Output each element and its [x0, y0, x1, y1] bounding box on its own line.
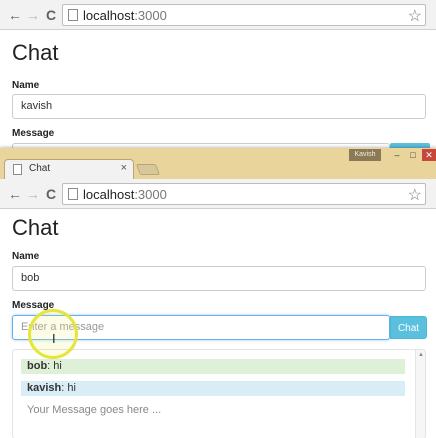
scroll-up-icon[interactable]: ▲ [418, 352, 424, 358]
new-tab-button[interactable] [135, 164, 161, 175]
page-icon [68, 188, 78, 200]
tab-close-icon[interactable]: × [121, 162, 127, 174]
back-icon[interactable]: ← [7, 7, 23, 23]
page-icon [13, 164, 22, 175]
url-text: localhost:3000 [83, 8, 167, 23]
list-item: bob: hi [21, 359, 405, 374]
reload-icon[interactable]: C [43, 7, 59, 23]
window-titlebar: Chat × Kavish – □ ✕ [0, 148, 436, 179]
reload-icon[interactable]: C [43, 186, 59, 202]
name-label: Name [12, 80, 40, 91]
maximize-icon[interactable]: □ [404, 149, 422, 161]
name-input[interactable]: kavish [12, 94, 426, 119]
scrollbar[interactable]: ▲ [415, 350, 425, 438]
message-label: Message [12, 128, 55, 139]
tab-title: Chat [29, 163, 51, 174]
list-item: kavish: hi [21, 381, 405, 396]
address-bar[interactable]: localhost:3000 ☆ [62, 183, 426, 205]
browser-toolbar: ← → C localhost:3000 ☆ [0, 179, 436, 209]
tab-chat[interactable]: Chat × [4, 159, 134, 179]
forward-icon[interactable]: → [25, 186, 41, 202]
browser-window-front: Chat × Kavish – □ ✕ ← → C localhost:3000… [0, 148, 436, 438]
bookmark-star-icon[interactable]: ☆ [408, 6, 422, 26]
text-cursor-icon: I [52, 331, 56, 346]
page-icon [68, 9, 78, 21]
forward-icon[interactable]: → [25, 7, 41, 23]
message-list: bob: hi kavish: hi Your Message goes her… [12, 349, 426, 438]
profile-badge[interactable]: Kavish [349, 149, 381, 161]
name-label: Name [12, 251, 40, 262]
address-bar[interactable]: localhost:3000 ☆ [62, 4, 426, 26]
browser-window-back: ← → C localhost:3000 ☆ Chat Name kavish … [0, 0, 436, 150]
url-text: localhost:3000 [83, 187, 167, 202]
message-placeholder-text: Your Message goes here ... [27, 404, 162, 416]
back-icon[interactable]: ← [7, 186, 23, 202]
chat-button[interactable]: Chat [390, 316, 427, 339]
close-window-icon[interactable]: ✕ [422, 149, 436, 161]
name-input[interactable]: bob [12, 266, 426, 291]
page-title: Chat [12, 215, 59, 240]
bookmark-star-icon[interactable]: ☆ [408, 185, 422, 205]
browser-toolbar: ← → C localhost:3000 ☆ [0, 0, 436, 30]
page-title: Chat [12, 40, 59, 65]
